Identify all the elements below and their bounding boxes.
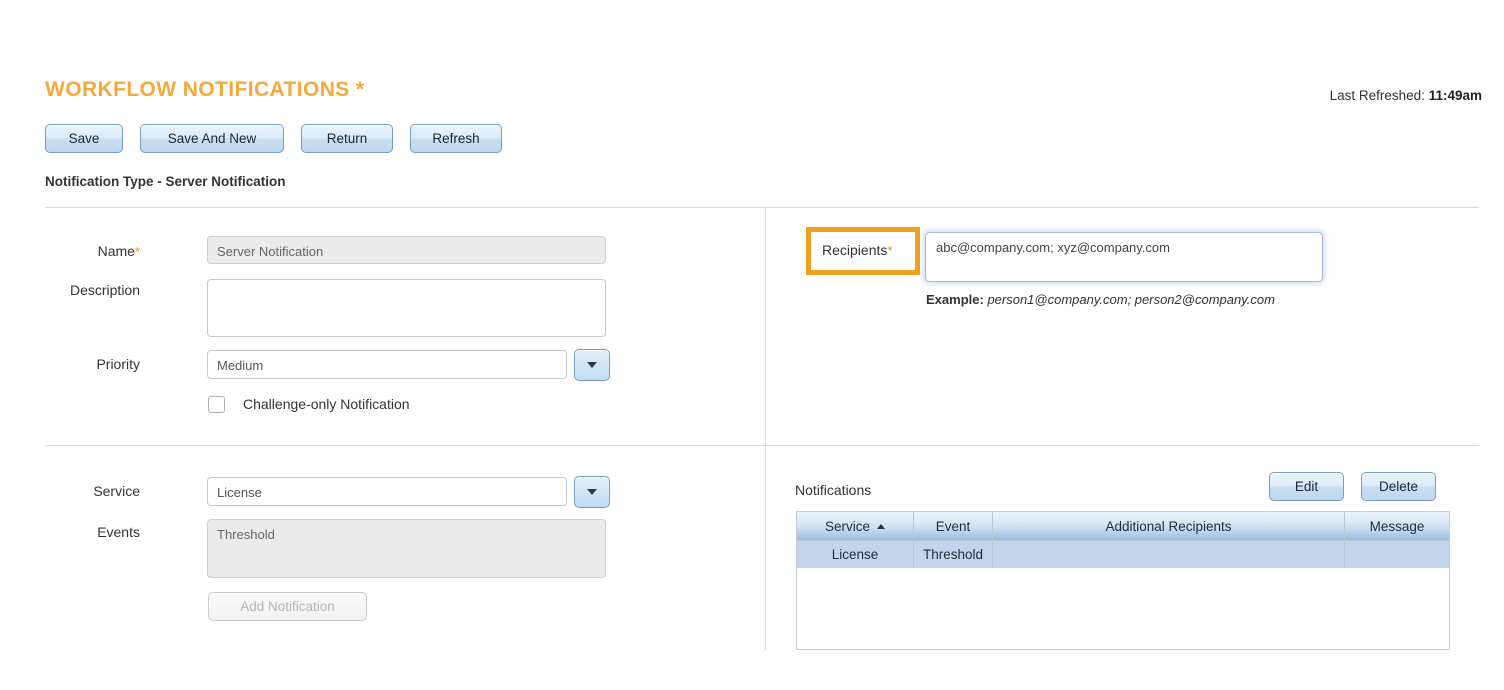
name-label: Name* (97, 243, 140, 259)
cell-message (1345, 541, 1449, 568)
priority-select[interactable]: Medium (207, 350, 567, 379)
delete-button[interactable]: Delete (1361, 472, 1436, 501)
service-dropdown-arrow[interactable] (574, 476, 610, 508)
events-label: Events (97, 524, 140, 540)
chevron-down-icon (587, 489, 597, 495)
edit-button[interactable]: Edit (1269, 472, 1344, 501)
priority-dropdown-arrow[interactable] (574, 349, 610, 381)
column-header-additional-recipients[interactable]: Additional Recipients (993, 512, 1345, 540)
page-toolbar: Save Save And New Return Refresh (45, 124, 502, 153)
description-textarea[interactable] (207, 279, 606, 337)
return-button[interactable]: Return (301, 124, 393, 153)
recipients-required-asterisk: * (887, 243, 893, 258)
name-required-asterisk: * (134, 244, 140, 259)
challenge-only-label: Challenge-only Notification (243, 396, 410, 412)
notifications-caption: Notifications (795, 482, 872, 498)
table-header-row: Service Event Additional Recipients Mess… (797, 512, 1449, 541)
column-header-event[interactable]: Event (914, 512, 993, 540)
table-row[interactable]: License Threshold (797, 541, 1449, 568)
cell-additional-recipients (993, 541, 1345, 568)
recipients-example-value: person1@company.com; person2@company.com (987, 292, 1275, 307)
description-label: Description (69, 282, 140, 298)
priority-label: Priority (96, 356, 140, 372)
cell-event: Threshold (914, 541, 993, 568)
last-refreshed-label: Last Refreshed: (1329, 88, 1425, 103)
recipients-label: Recipients* (822, 242, 893, 258)
column-header-service[interactable]: Service (797, 512, 914, 540)
service-select[interactable]: License (207, 477, 567, 506)
sort-ascending-icon (877, 523, 885, 529)
divider-middle (45, 445, 1479, 446)
workflow-notifications-page: WORKFLOW NOTIFICATIONS * Last Refreshed:… (0, 0, 1504, 690)
column-header-message[interactable]: Message (1345, 512, 1449, 540)
page-title: WORKFLOW NOTIFICATIONS * (45, 78, 365, 101)
challenge-only-checkbox[interactable] (208, 396, 225, 413)
recipients-input[interactable]: abc@company.com; xyz@company.com (925, 232, 1323, 282)
cell-service: License (797, 541, 914, 568)
notifications-table: Service Event Additional Recipients Mess… (796, 511, 1450, 650)
recipients-example-label: Example: (926, 292, 984, 307)
divider-vertical (765, 208, 766, 650)
notifications-actions: Edit Delete (1269, 472, 1436, 501)
service-label: Service (93, 483, 140, 499)
save-and-new-button[interactable]: Save And New (140, 124, 284, 153)
refresh-button[interactable]: Refresh (410, 124, 502, 153)
chevron-down-icon (587, 362, 597, 368)
last-refreshed-status: Last Refreshed: 11:49am (1330, 88, 1482, 103)
recipients-example-hint: Example: person1@company.com; person2@co… (926, 292, 1275, 307)
add-notification-button[interactable]: Add Notification (208, 592, 367, 621)
last-refreshed-value: 11:49am (1428, 88, 1482, 103)
divider-top (45, 207, 1479, 208)
name-input[interactable]: Server Notification (207, 236, 606, 264)
notification-type-subtitle: Notification Type - Server Notification (45, 174, 286, 189)
events-listbox[interactable]: Threshold (207, 519, 606, 578)
save-button[interactable]: Save (45, 124, 123, 153)
